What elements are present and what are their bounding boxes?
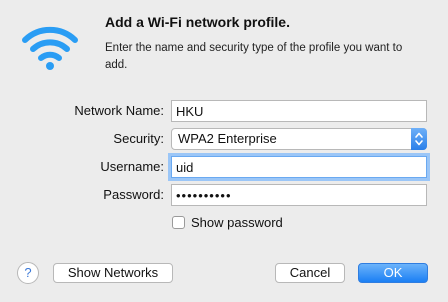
network-name-label: Network Name: — [74, 103, 164, 118]
help-button[interactable]: ? — [17, 262, 39, 284]
select-arrows-icon — [411, 128, 427, 150]
dialog-title: Add a Wi-Fi network profile. — [105, 14, 290, 30]
username-label: Username: — [100, 159, 164, 174]
add-wifi-profile-dialog: Add a Wi-Fi network profile. Enter the n… — [0, 0, 448, 302]
network-name-input[interactable] — [171, 100, 427, 122]
password-label: Password: — [103, 187, 164, 202]
username-input[interactable] — [171, 156, 427, 178]
wifi-icon — [22, 26, 78, 70]
password-input[interactable] — [171, 184, 427, 206]
dialog-description: Enter the name and security type of the … — [105, 42, 403, 71]
cancel-button[interactable]: Cancel — [275, 263, 345, 283]
show-networks-button[interactable]: Show Networks — [53, 263, 173, 283]
show-password-checkbox[interactable] — [172, 216, 185, 229]
security-select[interactable]: WPA2 Enterprise — [171, 128, 427, 150]
show-password-label[interactable]: Show password — [191, 215, 283, 230]
ok-button[interactable]: OK — [358, 263, 428, 283]
security-label: Security: — [113, 131, 164, 146]
security-selected-value: WPA2 Enterprise — [178, 131, 277, 146]
